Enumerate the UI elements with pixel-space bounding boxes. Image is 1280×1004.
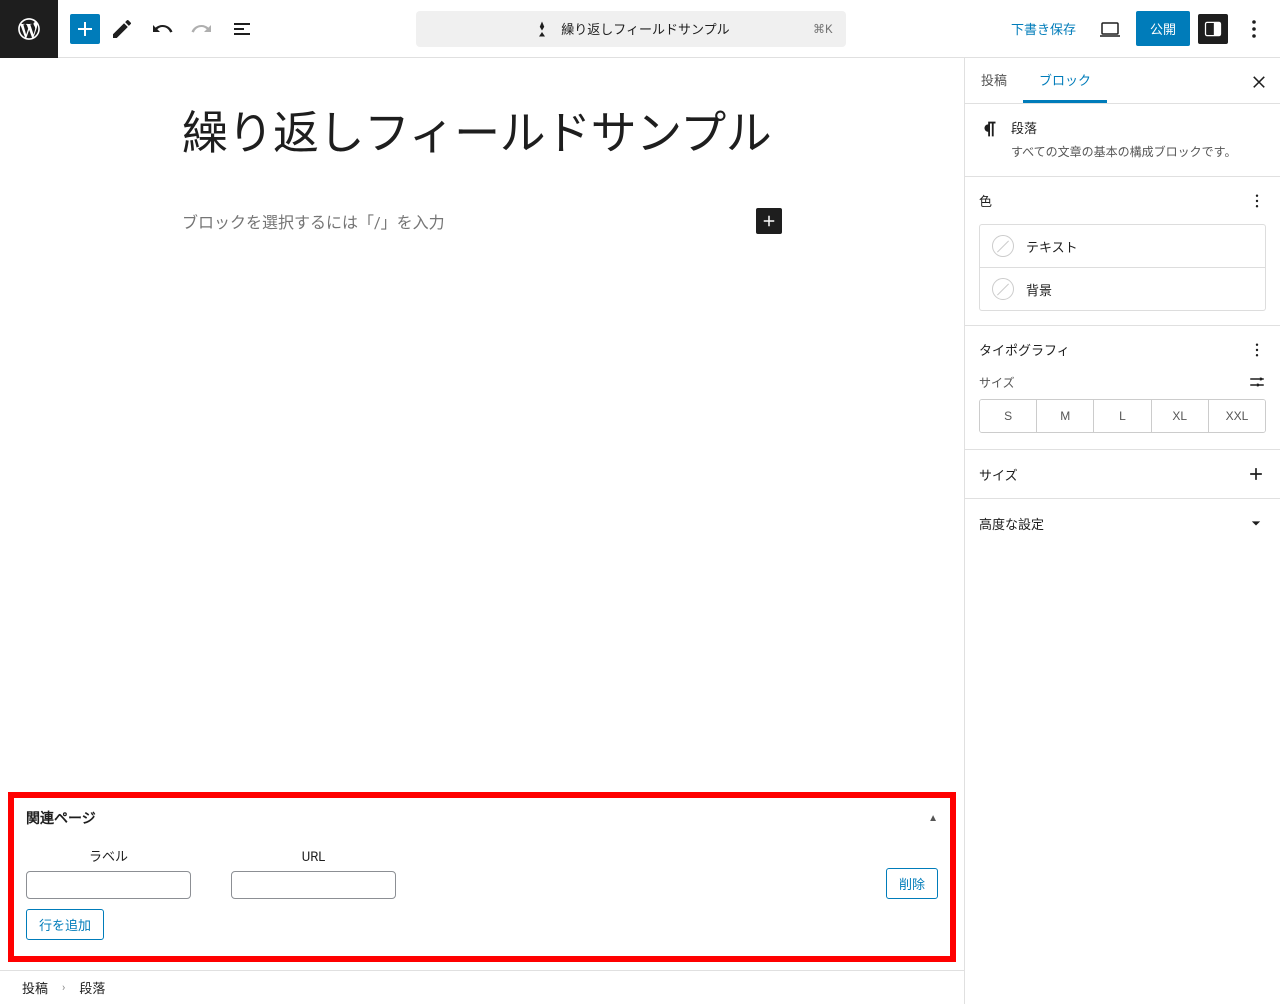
document-title-label: 繰り返しフィールドサンプル: [561, 19, 729, 38]
size-btn-s[interactable]: S: [980, 400, 1037, 432]
size-btn-xl[interactable]: XL: [1152, 400, 1209, 432]
size-btn-xxl[interactable]: XXL: [1209, 400, 1265, 432]
publish-button[interactable]: 公開: [1136, 11, 1190, 46]
post-title[interactable]: 繰り返しフィールドサンプル: [182, 106, 782, 164]
wordpress-logo[interactable]: [0, 0, 58, 58]
undo-button[interactable]: [144, 11, 180, 47]
paragraph-placeholder[interactable]: ブロックを選択するには「/」を入力: [182, 209, 445, 233]
color-bg-label: 背景: [1026, 280, 1052, 299]
paragraph-icon: [979, 118, 1001, 162]
breadcrumb-root[interactable]: 投稿: [22, 978, 48, 997]
add-row-button[interactable]: 行を追加: [26, 909, 104, 940]
color-text-label: テキスト: [1026, 237, 1078, 256]
editor-toolbar: 繰り返しフィールドサンプル ⌘K 下書き保存 公開: [0, 0, 1280, 58]
typography-options-menu[interactable]: [1248, 341, 1266, 359]
empty-swatch-icon: [992, 235, 1014, 257]
size-btn-m[interactable]: M: [1037, 400, 1094, 432]
plus-icon: [1246, 464, 1266, 484]
inline-add-block-button[interactable]: [756, 208, 782, 234]
color-options-menu[interactable]: [1248, 192, 1266, 210]
delete-row-button[interactable]: 削除: [886, 868, 938, 899]
add-block-button[interactable]: [70, 14, 100, 44]
block-breadcrumb: 投稿 › 段落: [0, 970, 964, 1004]
pen-icon: [533, 20, 551, 38]
tab-post[interactable]: 投稿: [965, 58, 1023, 103]
tab-block[interactable]: ブロック: [1023, 58, 1107, 103]
advanced-panel-toggle[interactable]: 高度な設定: [965, 499, 1280, 547]
tools-button[interactable]: [104, 11, 140, 47]
url-input[interactable]: [231, 871, 396, 899]
color-row-background[interactable]: 背景: [979, 268, 1266, 311]
panel-typography-title: タイポグラフィ: [979, 340, 1070, 359]
color-row-text[interactable]: テキスト: [979, 224, 1266, 268]
col-label-header: ラベル: [26, 846, 191, 865]
dimensions-panel-toggle[interactable]: サイズ: [965, 450, 1280, 498]
panel-color-title: 色: [979, 191, 992, 210]
shortcut-hint: ⌘K: [813, 22, 833, 36]
breadcrumb-current: 段落: [79, 978, 105, 997]
col-url-header: URL: [231, 850, 396, 865]
close-sidebar-button[interactable]: [1244, 66, 1274, 96]
document-title-bar[interactable]: 繰り返しフィールドサンプル ⌘K: [416, 11, 846, 47]
settings-panel-toggle[interactable]: [1198, 14, 1228, 44]
label-input[interactable]: [26, 871, 191, 899]
breadcrumb-sep-icon: ›: [62, 981, 65, 994]
metabox-collapse-toggle[interactable]: ▲: [928, 813, 938, 824]
repeater-row: ラベル URL 削除: [26, 840, 938, 909]
related-pages-metabox: 関連ページ ▲ ラベル URL 削除: [8, 792, 956, 962]
size-segmented-control: S M L XL XXL: [979, 399, 1266, 433]
save-draft-button[interactable]: 下書き保存: [1003, 13, 1084, 44]
options-menu-button[interactable]: [1236, 11, 1272, 47]
settings-sidebar: 投稿 ブロック 段落 すべての文章の基本の構成ブロックです。: [964, 58, 1280, 1004]
panel-dimensions-title: サイズ: [979, 465, 1018, 484]
size-btn-l[interactable]: L: [1094, 400, 1151, 432]
document-overview-button[interactable]: [224, 11, 260, 47]
block-name: 段落: [1011, 118, 1236, 137]
empty-swatch-icon: [992, 278, 1014, 300]
size-label: サイズ: [979, 374, 1015, 391]
preview-button[interactable]: [1092, 11, 1128, 47]
chevron-down-icon: [1246, 513, 1266, 533]
panel-advanced-title: 高度な設定: [979, 514, 1044, 533]
size-custom-toggle[interactable]: [1248, 373, 1266, 391]
redo-button[interactable]: [184, 11, 220, 47]
block-description: すべての文章の基本の構成ブロックです。: [1011, 143, 1236, 162]
editor-canvas[interactable]: 繰り返しフィールドサンプル ブロックを選択するには「/」を入力: [0, 58, 964, 792]
metabox-title: 関連ページ: [26, 808, 96, 828]
